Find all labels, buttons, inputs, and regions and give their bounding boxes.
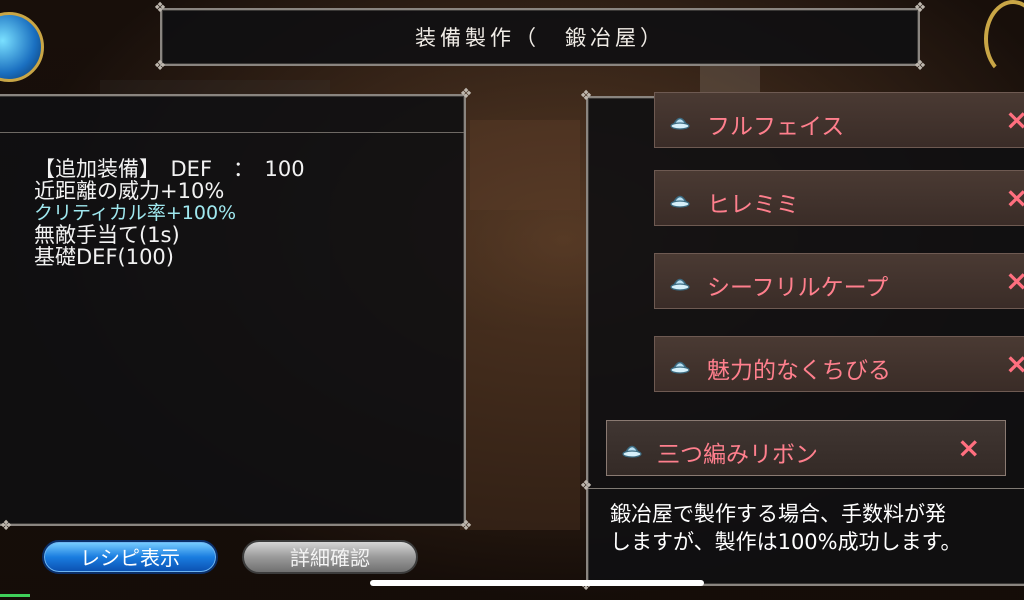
- corner-ornament-icon: ❖: [153, 58, 167, 74]
- hat-icon: [670, 361, 690, 374]
- corner-ornament-icon: ❖: [153, 0, 167, 16]
- stat-line-extra-def: 【追加装備】 DEF ： 100: [34, 157, 305, 181]
- recipe-item-label: 魅力的なくちびる: [707, 358, 891, 384]
- crafting-message: 鍛冶屋で製作する場合、手数料が発 しますが、製作は100%成功します。: [610, 500, 962, 556]
- recipe-item[interactable]: ヒレミミ ×: [654, 170, 1024, 226]
- home-indicator[interactable]: [370, 580, 704, 586]
- corner-ornament-icon: ❖: [0, 518, 13, 534]
- corner-ornament-icon: ❖: [913, 0, 927, 16]
- corner-ornament-icon: ❖: [579, 88, 593, 104]
- recipe-display-button[interactable]: レシピ表示: [42, 540, 218, 574]
- hat-icon: [670, 195, 690, 208]
- room-floor-backdrop: [460, 330, 580, 530]
- remove-icon[interactable]: ×: [957, 433, 980, 463]
- stat-line-base-def: 基礎DEF(100): [34, 245, 174, 269]
- recipe-item-label: シーフリルケープ: [707, 275, 889, 301]
- shelf-backdrop: [470, 120, 580, 210]
- corner-ornament-icon: ❖: [459, 518, 473, 534]
- recipe-item-label: フルフェイス: [707, 114, 845, 140]
- hat-icon: [622, 445, 642, 458]
- stat-line-invincible: 無敵手当て(1s): [34, 223, 180, 247]
- stat-lines: 【追加装備】 DEF ： 100 近距離の威力+10% クリティカル率+100%…: [34, 158, 305, 268]
- remove-icon[interactable]: ×: [1005, 105, 1024, 135]
- remove-icon[interactable]: ×: [1005, 266, 1024, 296]
- progress-indicator: [0, 594, 30, 597]
- hat-icon: [670, 117, 690, 130]
- message-line-1: 鍛冶屋で製作する場合、手数料が発: [610, 502, 946, 526]
- remove-icon[interactable]: ×: [1005, 183, 1024, 213]
- stat-line-critical: クリティカル率+100%: [34, 202, 237, 224]
- equipment-info-panel: ❖ ❖ ❖ 【追加装備】 DEF ： 100 近距離の威力+10% クリティカル…: [0, 86, 472, 534]
- hat-icon: [670, 278, 690, 291]
- panel-divider: [0, 132, 464, 133]
- recipe-item[interactable]: シーフリルケープ ×: [654, 253, 1024, 309]
- corner-ornament-icon: ❖: [459, 86, 473, 102]
- detail-confirm-button[interactable]: 詳細確認: [242, 540, 418, 574]
- recipe-item[interactable]: 魅力的なくちびる ×: [654, 336, 1024, 392]
- recipe-item[interactable]: フルフェイス ×: [654, 92, 1024, 148]
- corner-ornament-icon: ❖: [913, 58, 927, 74]
- message-line-2: しますが、製作は100%成功します。: [610, 530, 962, 554]
- recipe-item-label: 三つ編みリボン: [657, 442, 818, 468]
- recipe-item-label: ヒレミミ: [707, 192, 799, 218]
- page-title: 装備製作（ 鍛冶屋）: [415, 26, 665, 50]
- title-bar: ❖ ❖ ❖ ❖ 装備製作（ 鍛冶屋）: [154, 0, 927, 74]
- recipe-item-selected[interactable]: 三つ編みリボン ×: [606, 420, 1006, 476]
- stat-line-melee: 近距離の威力+10%: [34, 179, 225, 203]
- message-divider: [588, 488, 1024, 489]
- remove-icon[interactable]: ×: [1005, 349, 1024, 379]
- corner-ornament-icon: ❖: [579, 478, 593, 494]
